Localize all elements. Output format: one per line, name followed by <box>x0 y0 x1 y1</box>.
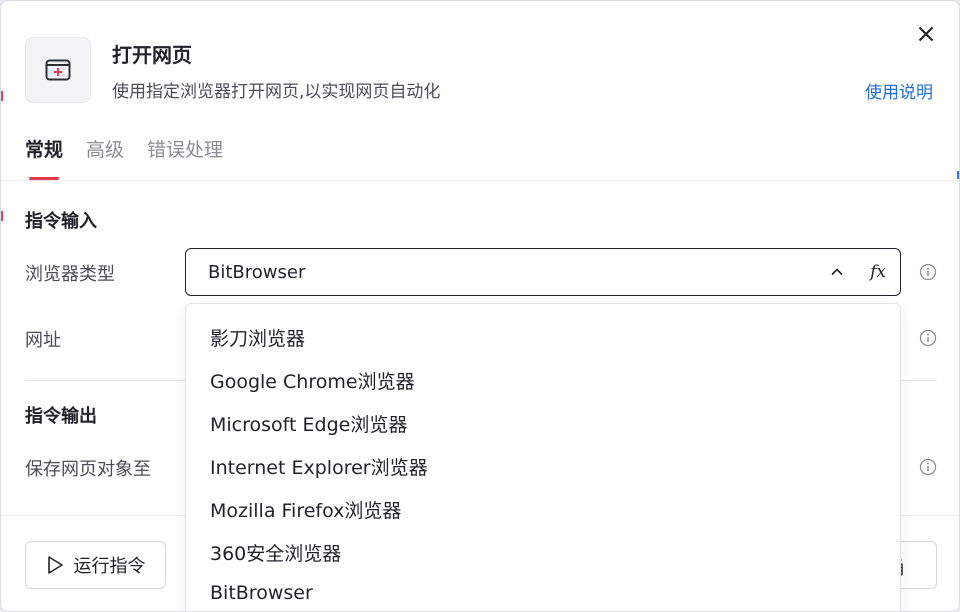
tabs-divider <box>1 180 959 181</box>
save-to-label: 保存网页对象至 <box>25 459 151 480</box>
dropdown-option-bitbrowser[interactable]: BitBrowser <box>210 582 313 604</box>
close-button[interactable] <box>915 23 937 45</box>
close-icon <box>918 26 934 42</box>
dialog-subtitle: 使用指定浏览器打开网页,以实现网页自动化 <box>112 82 441 102</box>
input-section-title: 指令输入 <box>25 211 97 232</box>
dropdown-option-edge[interactable]: Microsoft Edge浏览器 <box>210 410 407 437</box>
open-webpage-icon <box>25 37 91 103</box>
browser-type-value: BitBrowser <box>208 261 306 283</box>
browser-type-select[interactable]: BitBrowser fx <box>185 248 901 296</box>
run-command-label: 运行指令 <box>73 556 146 577</box>
help-link[interactable]: 使用说明 <box>865 78 933 103</box>
edge-marker <box>1 211 3 221</box>
info-icon[interactable] <box>919 263 937 281</box>
run-command-button[interactable]: 运行指令 <box>25 541 166 589</box>
info-icon[interactable] <box>919 329 937 347</box>
output-section-title: 指令输出 <box>25 406 97 427</box>
fx-icon[interactable]: fx <box>870 262 886 282</box>
edge-marker <box>957 171 959 179</box>
tab-general[interactable]: 常规 <box>25 135 63 181</box>
tab-advanced[interactable]: 高级 <box>86 135 124 181</box>
open-webpage-dialog: 打开网页 使用指定浏览器打开网页,以实现网页自动化 使用说明 常规 高级 错误处… <box>0 0 960 612</box>
play-icon <box>47 556 63 574</box>
dropdown-option-firefox[interactable]: Mozilla Firefox浏览器 <box>210 496 401 523</box>
info-icon[interactable] <box>919 458 937 476</box>
dropdown-option-360[interactable]: 360安全浏览器 <box>210 539 341 566</box>
url-label: 网址 <box>25 330 61 351</box>
dropdown-option-ie[interactable]: Internet Explorer浏览器 <box>210 453 428 480</box>
edge-marker <box>1 91 3 101</box>
dropdown-option-chrome[interactable]: Google Chrome浏览器 <box>210 367 415 394</box>
dialog-title: 打开网页 <box>112 43 192 67</box>
browser-dropdown-menu: 影刀浏览器 Google Chrome浏览器 Microsoft Edge浏览器… <box>185 303 901 611</box>
dropdown-option-shadowbot-browser[interactable]: 影刀浏览器 <box>210 324 305 351</box>
chevron-up-icon <box>831 268 843 276</box>
tab-bar: 常规 高级 错误处理 <box>25 135 223 181</box>
browser-type-label: 浏览器类型 <box>25 264 115 285</box>
tab-error-handling[interactable]: 错误处理 <box>147 135 223 181</box>
